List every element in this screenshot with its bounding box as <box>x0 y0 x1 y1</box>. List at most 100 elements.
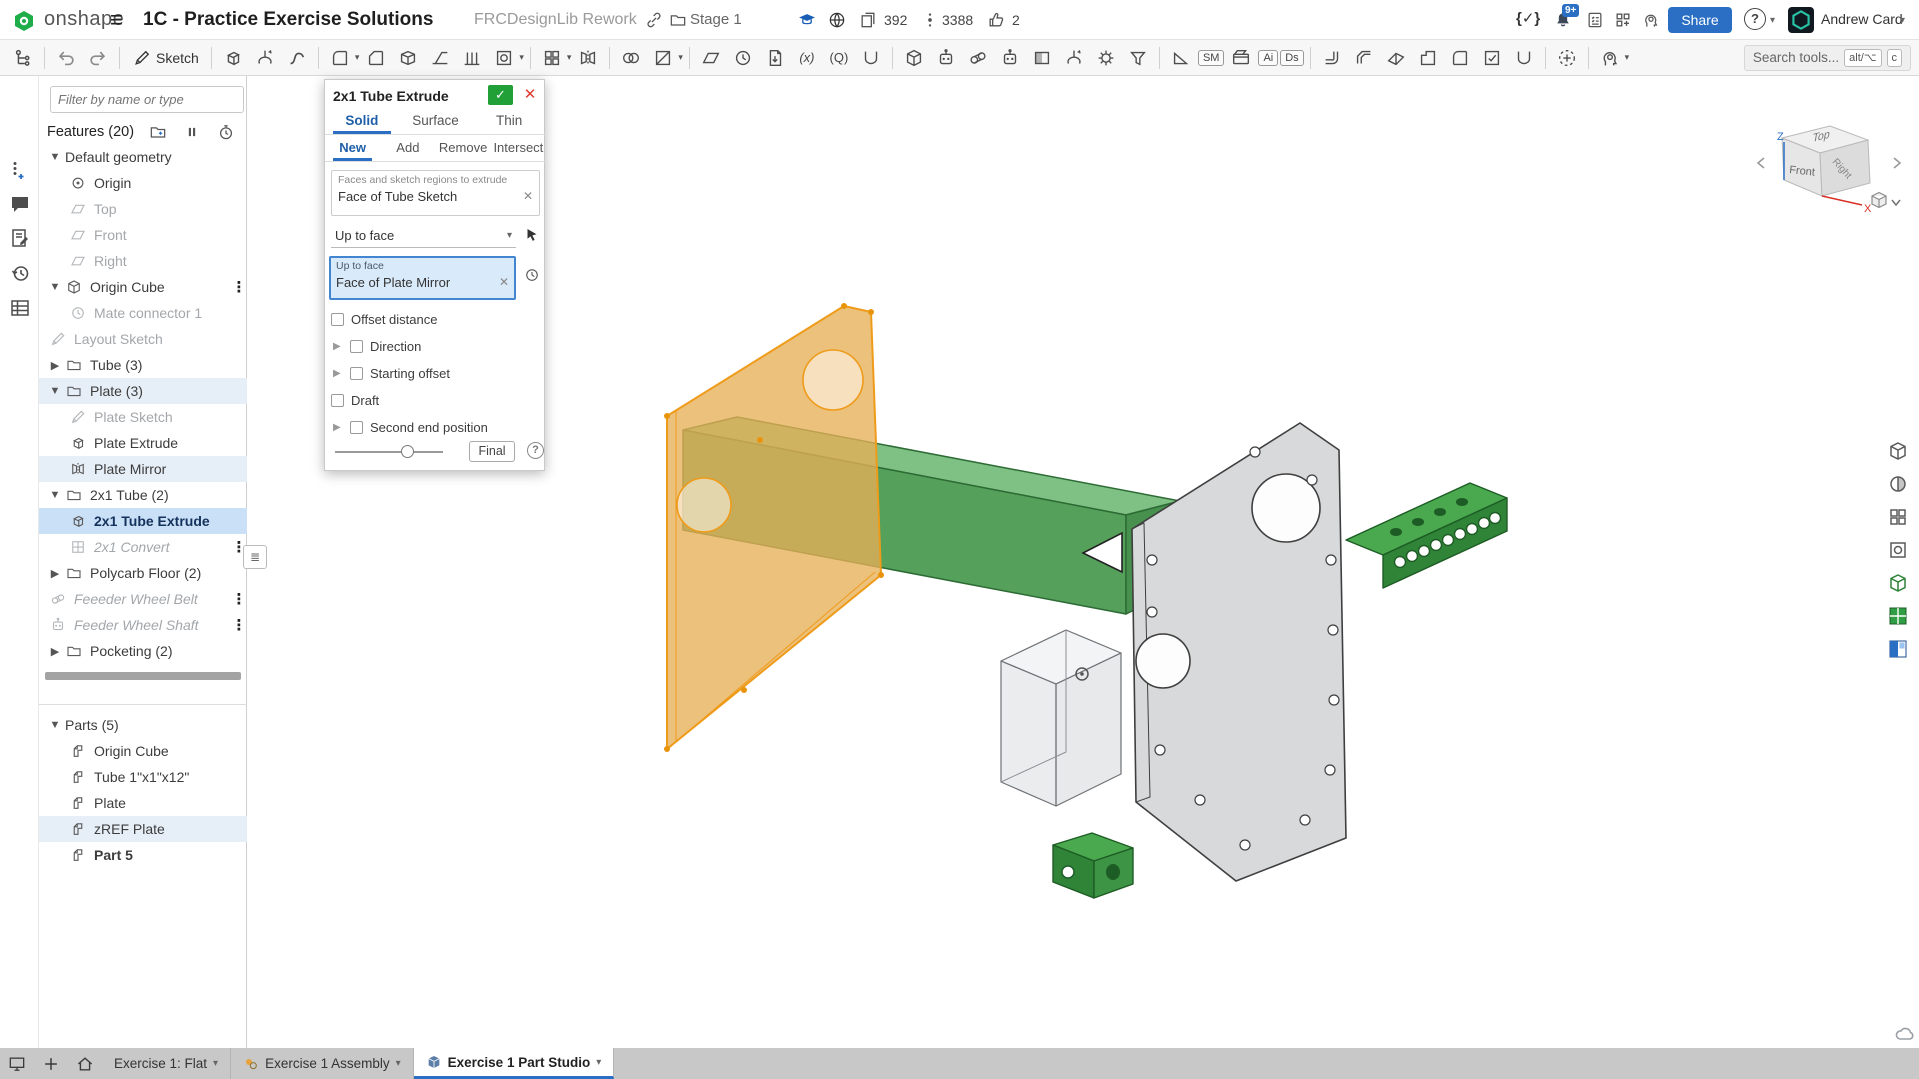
feature-2x1-convert[interactable]: 2x1 Convert⋮ <box>39 534 247 560</box>
measure-icon[interactable] <box>1166 44 1196 72</box>
feature-default-geometry[interactable]: ▼Default geometry <box>39 144 247 170</box>
part-plate[interactable]: Plate <box>39 790 247 816</box>
document-title[interactable]: 1C - Practice Exercise Solutions <box>143 9 433 31</box>
history-slider-handle[interactable] <box>401 445 414 458</box>
sheet-metal-chip[interactable]: SM <box>1198 50 1225 66</box>
pick-entity-cursor-icon[interactable] <box>523 226 541 244</box>
feature-plate-mirror[interactable]: Plate Mirror <box>39 456 247 482</box>
feature-front-plane[interactable]: Front <box>39 222 247 248</box>
folder-plate[interactable]: ▼Plate (3) <box>39 378 247 404</box>
app-store-icon[interactable] <box>1613 10 1633 30</box>
education-badge-icon[interactable] <box>797 10 817 30</box>
chevron-down-icon[interactable]: ▼ <box>45 281 65 293</box>
display-options-icon[interactable] <box>1884 536 1912 564</box>
variable-studio-icon[interactable]: (Q) <box>824 44 854 72</box>
parts-header-row[interactable]: ▼Parts (5) <box>39 712 247 738</box>
workspace-folder-label[interactable]: Stage 1 <box>690 11 742 28</box>
regeneration-time-icon[interactable] <box>216 122 236 142</box>
section-view-icon[interactable] <box>1884 470 1912 498</box>
configurations-icon[interactable] <box>8 158 32 182</box>
graphics-settings-icon[interactable] <box>0 1048 34 1079</box>
part-tube[interactable]: Tube 1"x1"x12" <box>39 764 247 790</box>
new-tab-button[interactable] <box>34 1048 68 1079</box>
starting-offset-option[interactable]: ▶ Starting offset <box>331 361 540 385</box>
end-condition-select[interactable]: Up to face ▾ <box>331 224 516 248</box>
corner-break-icon[interactable] <box>1445 44 1475 72</box>
folder-tube[interactable]: ▶Tube (3) <box>39 352 247 378</box>
final-button[interactable]: Final <box>469 441 515 462</box>
feature-script-icon[interactable]: {✓} <box>1516 9 1540 27</box>
mate-connector-picker-icon[interactable] <box>523 266 541 284</box>
chevron-down-icon[interactable]: ▼ <box>45 489 65 501</box>
boolean-icon[interactable] <box>616 44 646 72</box>
panel-resize-handle[interactable]: ≣ <box>243 545 267 569</box>
feature-top-plane[interactable]: Top <box>39 196 247 222</box>
public-document-icon[interactable] <box>827 10 847 30</box>
split-caret-icon[interactable]: ▾ <box>678 52 683 63</box>
followers-icon[interactable] <box>920 10 940 30</box>
feature-feeder-wheel-shaft[interactable]: Feeder Wheel Shaft⋮ <box>39 612 247 638</box>
hide-others-icon[interactable] <box>1884 569 1912 597</box>
overflow-menu-icon[interactable]: ⋮ <box>231 616 247 634</box>
expand-chevron-icon[interactable]: ▶ <box>333 422 343 433</box>
offset-distance-option[interactable]: Offset distance <box>331 307 540 331</box>
isometric-view-icon[interactable] <box>1884 437 1912 465</box>
part-5[interactable]: Part 5 <box>39 842 247 868</box>
user-name[interactable]: Andrew Card <box>1821 11 1903 27</box>
overflow-menu-icon[interactable]: ⋮ <box>231 590 247 608</box>
regions-selection-field[interactable]: Faces and sketch regions to extrude Face… <box>331 170 540 216</box>
view-cube[interactable]: Top Front Right Z X <box>1758 126 1900 215</box>
folder-polycarb-floor[interactable]: ▶Polycarb Floor (2) <box>39 560 247 586</box>
direction-option[interactable]: ▶ Direction <box>331 334 540 358</box>
bom-table-icon[interactable] <box>8 296 32 320</box>
main-menu-icon[interactable]: ≡ <box>110 9 134 31</box>
hole-caret-icon[interactable]: ▾ <box>519 52 524 63</box>
tab-exercise-1-part-studio[interactable]: Exercise 1 Part Studio ▾ <box>414 1048 615 1079</box>
op-new[interactable]: New <box>325 135 380 161</box>
suppress-pause-icon[interactable] <box>182 122 202 142</box>
draft-icon[interactable] <box>425 44 455 72</box>
variable-icon[interactable]: (x) <box>792 44 822 72</box>
extrude-icon[interactable] <box>218 44 248 72</box>
origin-marker-icon[interactable] <box>1552 44 1582 72</box>
show-green-parts-icon[interactable] <box>1884 602 1912 630</box>
op-remove[interactable]: Remove <box>436 135 491 161</box>
tab-solid[interactable]: Solid <box>325 108 399 134</box>
filter-input[interactable] <box>50 86 244 113</box>
tab-feature-icon[interactable] <box>1413 44 1443 72</box>
wire-route-icon[interactable] <box>1509 44 1539 72</box>
help-caret-icon[interactable]: ▾ <box>1770 15 1775 26</box>
appearance-icon[interactable] <box>1027 44 1057 72</box>
pattern-caret-icon[interactable]: ▾ <box>567 52 572 63</box>
feature-origin-cube[interactable]: ▼Origin Cube⋮ <box>39 274 247 300</box>
tab-exercise-1-assembly[interactable]: Exercise 1 Assembly ▾ <box>231 1048 414 1079</box>
versions-history-icon[interactable] <box>8 261 32 285</box>
feature-plate-extrude[interactable]: Plate Extrude <box>39 430 247 456</box>
sheet-metal-model-icon[interactable] <box>1317 44 1347 72</box>
rollback-bar[interactable] <box>45 672 241 680</box>
named-views-icon[interactable] <box>1884 503 1912 531</box>
chevron-right-icon[interactable]: ▶ <box>45 645 65 658</box>
gray-plate[interactable] <box>1132 423 1346 881</box>
tab-menu-caret-icon[interactable]: ▾ <box>596 1057 601 1068</box>
drawings-chip[interactable]: Ds <box>1280 50 1303 66</box>
feature-right-plane[interactable]: Right <box>39 248 247 274</box>
custom-features-menu-icon[interactable] <box>1595 44 1625 72</box>
dialog-cancel-button[interactable]: ✕ <box>521 85 539 105</box>
chevron-down-icon[interactable]: ▼ <box>45 719 65 731</box>
ai-advisor-chip[interactable]: Ai <box>1258 50 1278 66</box>
tab-menu-caret-icon[interactable]: ▾ <box>213 1058 218 1069</box>
dialog-help-icon[interactable]: ? <box>527 442 544 459</box>
comments-icon[interactable] <box>8 192 32 216</box>
feature-feeder-wheel-belt[interactable]: Feeeder Wheel Belt⋮ <box>39 586 247 612</box>
new-folder-icon[interactable] <box>148 122 168 142</box>
tasks-checklist-icon[interactable] <box>1585 10 1605 30</box>
onshape-logo-icon[interactable] <box>12 9 36 33</box>
frame-icon[interactable] <box>856 44 886 72</box>
rib-icon[interactable] <box>457 44 487 72</box>
feature-2x1-tube-extrude[interactable]: 2x1 Tube Extrude <box>39 508 247 534</box>
chevron-down-icon[interactable]: ▼ <box>45 151 65 163</box>
undo-icon[interactable] <box>51 44 81 72</box>
search-tools-button[interactable]: Search tools... alt/⌥ c <box>1744 45 1911 71</box>
feature-mate-connector-1[interactable]: Mate connector 1 <box>39 300 247 326</box>
